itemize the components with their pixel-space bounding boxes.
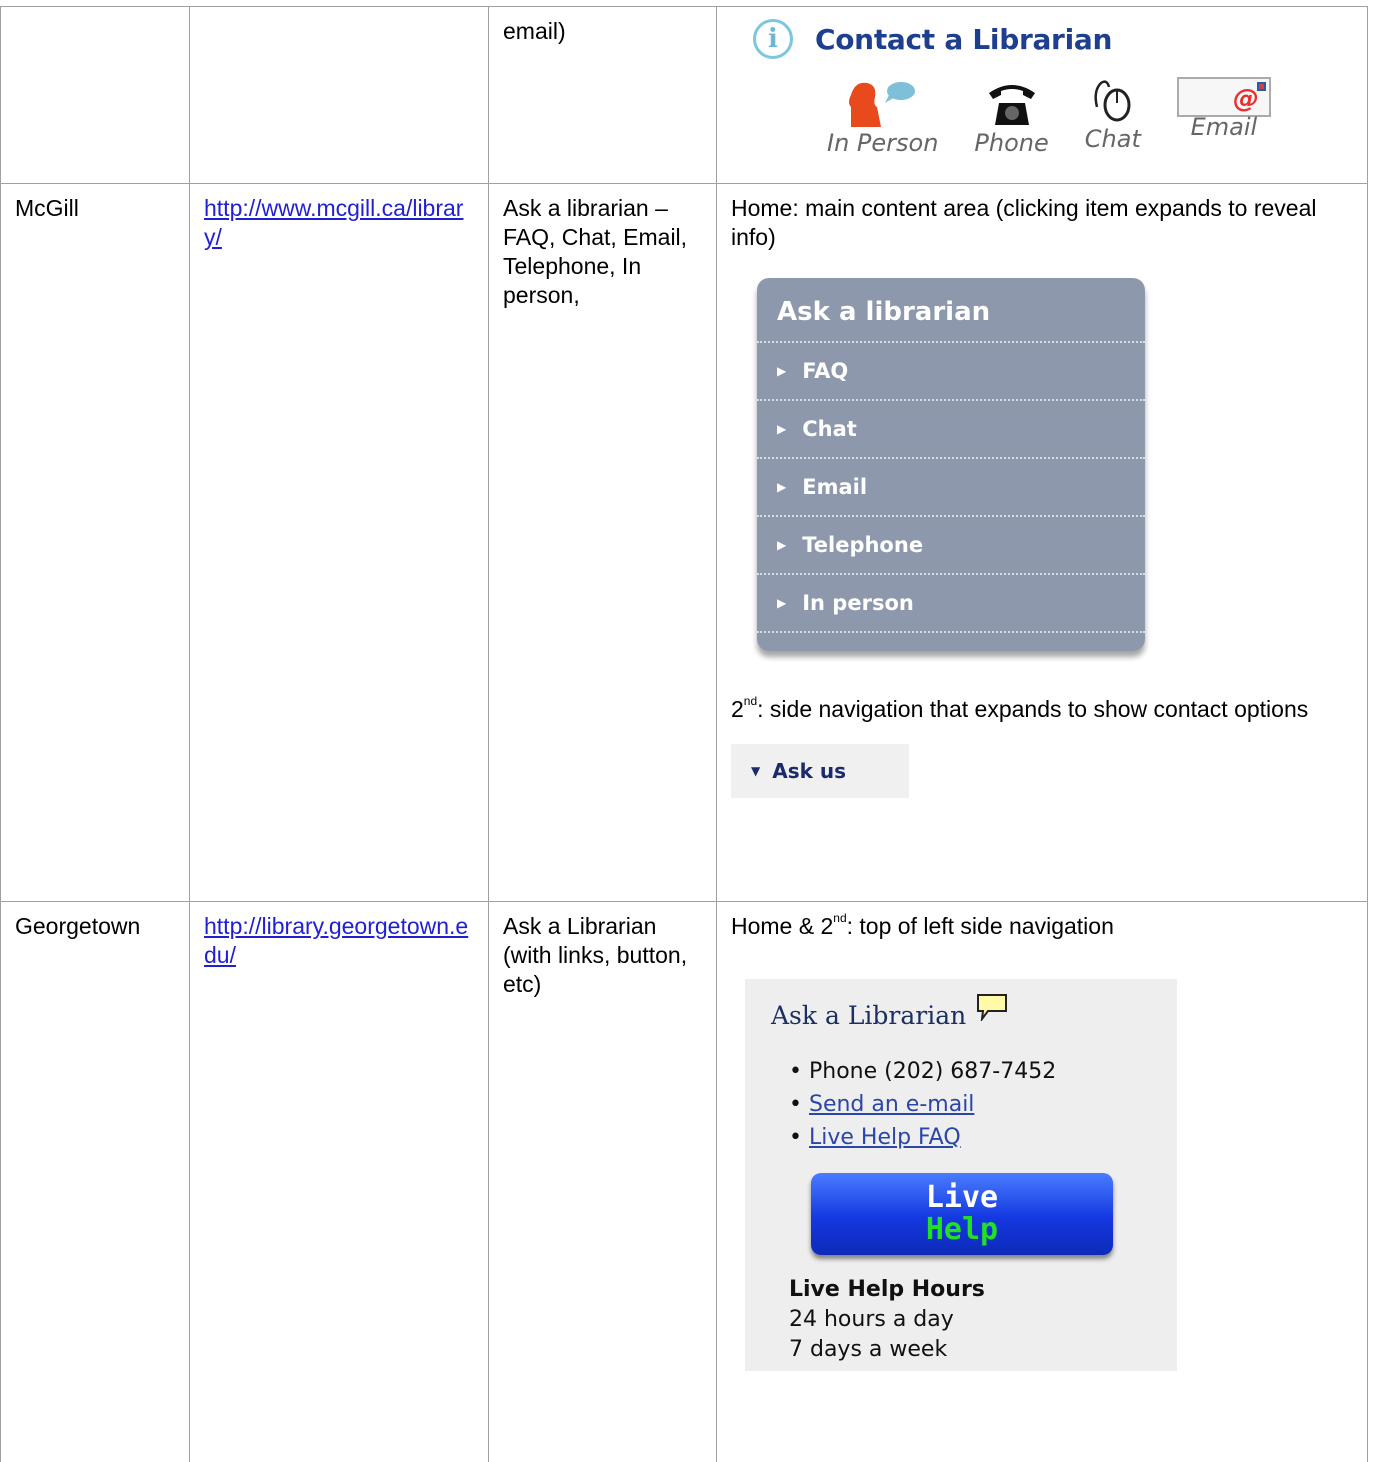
svg-text:@: @ [1233, 84, 1259, 114]
list-item: • Phone (202) 687-7452 [789, 1059, 1057, 1084]
institution-name: Georgetown [15, 913, 141, 939]
table-row: McGill http://www.mcgill.ca/library/ Ask… [0, 183, 1368, 902]
table-cell: http://library.georgetown.edu/ [189, 901, 489, 1462]
list-item: • Live Help FAQ [789, 1125, 961, 1150]
service-text: Ask a librarian –FAQ, Chat, Email, Telep… [503, 195, 688, 308]
widget-title: Contact a Librarian [815, 22, 1113, 56]
triangle-right-icon: ▶ [777, 422, 787, 436]
table-cell [0, 6, 190, 184]
georgetown-ask-panel: Ask a Librarian • Phone (202) 687-7452 •… [745, 979, 1177, 1371]
panel-item-in-person[interactable]: ▶ In person [757, 575, 1145, 633]
panel-title: Ask a Librarian [771, 994, 1008, 1030]
contact-list: • Phone (202) 687-7452 • Send an e-mail … [789, 1055, 1056, 1154]
table-cell: http://www.mcgill.ca/library/ [189, 183, 489, 902]
ask-librarian-panel: Ask a librarian ▶ FAQ ▶ Chat ▶ Email ▶ Telep… [757, 278, 1145, 651]
table-cell: Home: main content area (clicking item e… [716, 183, 1368, 902]
speech-bubble-icon [977, 994, 1008, 1021]
list-item: • Send an e-mail [789, 1092, 975, 1117]
panel-item-email[interactable]: ▶ Email [757, 459, 1145, 517]
phone-icon [988, 85, 1035, 125]
table-cell: Home & 2nd: top of left side navigation … [716, 901, 1368, 1462]
panel-title: Ask a librarian [757, 278, 1145, 343]
send-email-link[interactable]: Send an e-mail [809, 1092, 974, 1117]
comparison-table: email) i Contact a Librarian In Person P… [0, 6, 1368, 1462]
contact-librarian-widget: i Contact a Librarian In Person Phone Ch… [718, 8, 1367, 180]
table-cell: Ask a Librarian (with links, button, etc… [488, 901, 717, 1462]
live-help-hours: Live Help Hours 24 hours a day 7 days a … [789, 1277, 985, 1362]
table-cell [189, 6, 489, 184]
table-cell: McGill [0, 183, 190, 902]
table-cell: email) [488, 6, 717, 184]
table-row: email) i Contact a Librarian In Person P… [0, 6, 1368, 184]
mouse-icon [1094, 80, 1131, 122]
phone-option[interactable]: Phone [974, 77, 1049, 158]
panel-item-telephone[interactable]: ▶ Telephone [757, 517, 1145, 575]
panel-item-faq[interactable]: ▶ FAQ [757, 343, 1145, 401]
triangle-right-icon: ▶ [777, 538, 787, 552]
chat-option[interactable]: Chat [1085, 77, 1141, 158]
georgetown-url-link[interactable]: http://library.georgetown.edu/ [204, 913, 468, 968]
placement-text: Home & 2nd: top of left side navigation [731, 911, 1114, 939]
triangle-right-icon: ▶ [777, 596, 787, 610]
table-cell: i Contact a Librarian In Person Phone Ch… [716, 6, 1368, 184]
institution-name: McGill [15, 195, 79, 221]
table-row: Georgetown http://library.georgetown.edu… [0, 901, 1368, 1462]
mcgill-url-link[interactable]: http://www.mcgill.ca/library/ [204, 195, 463, 250]
table-cell: Ask a librarian –FAQ, Chat, Email, Telep… [488, 183, 717, 902]
email-envelope-icon: @ [1176, 77, 1271, 117]
panel-item-chat[interactable]: ▶ Chat [757, 401, 1145, 459]
cell-text: email) [503, 18, 566, 44]
triangle-down-icon: ▼ [751, 763, 761, 778]
table-cell: Georgetown [0, 901, 190, 1462]
live-help-button[interactable]: Live Help [811, 1173, 1113, 1255]
info-icon: i [753, 19, 793, 59]
live-help-faq-link[interactable]: Live Help FAQ [809, 1125, 961, 1150]
service-text: Ask a Librarian (with links, button, etc… [503, 913, 688, 997]
placement-text: Home: main content area (clicking item e… [731, 195, 1317, 250]
placement-text-2: 2nd: side navigation that expands to sho… [731, 694, 1309, 722]
triangle-right-icon: ▶ [777, 364, 787, 378]
in-person-option[interactable]: In Person [827, 77, 938, 158]
triangle-right-icon: ▶ [777, 480, 787, 494]
ask-us-nav-item[interactable]: ▼ Ask us [731, 744, 909, 798]
person-speech-icon [848, 82, 915, 127]
email-option[interactable]: @ Email [1176, 77, 1271, 158]
